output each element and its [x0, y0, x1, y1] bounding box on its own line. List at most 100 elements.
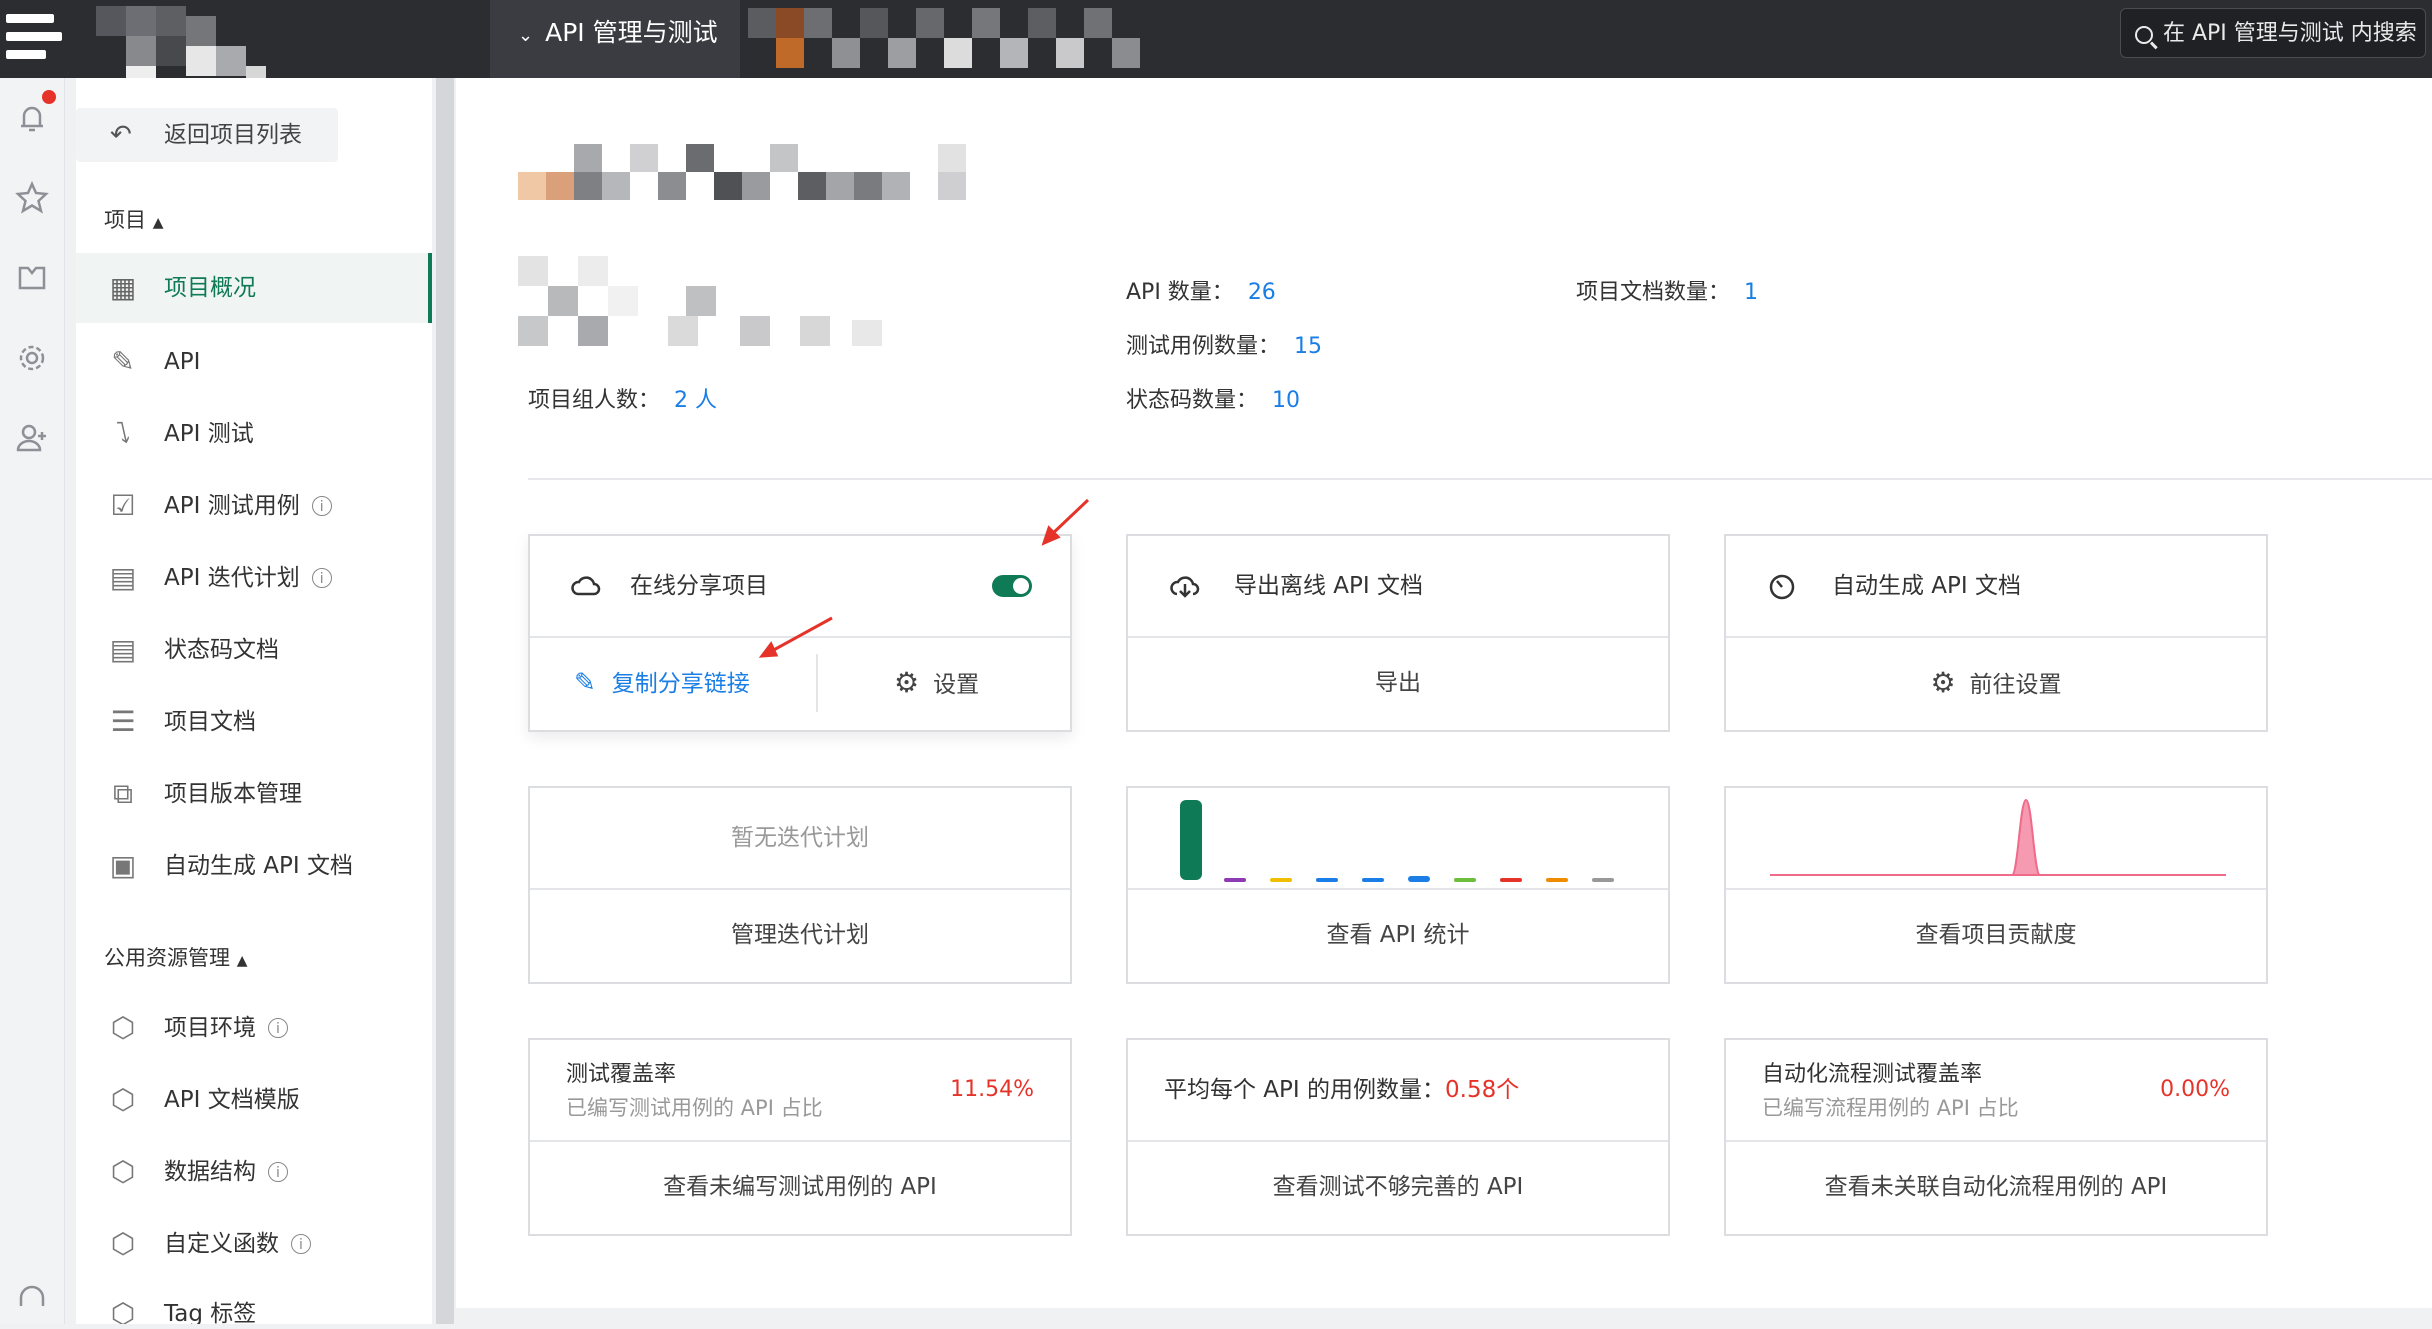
view-unlinked-flow-api-label: 查看未关联自动化流程用例的 API	[1824, 1174, 2168, 1200]
info-icon[interactable]: i	[268, 1162, 288, 1182]
info-icon[interactable]: i	[291, 1234, 311, 1254]
sidebar-scrollbar[interactable]	[436, 78, 454, 1324]
shirt-icon[interactable]	[12, 258, 52, 298]
overview-icon: ▦	[109, 271, 137, 304]
test-coverage-card: 测试覆盖率 已编写测试用例的 API 占比 11.54% 查看未编写测试用例的 …	[528, 1038, 1072, 1236]
sidebar-item-data-structures[interactable]: ⬡ 数据结构 i	[76, 1137, 432, 1207]
sidebar-item-test-cases[interactable]: ☑ API 测试用例 i	[76, 471, 432, 541]
top-bar	[0, 0, 2432, 78]
copy-share-link-button[interactable]: ✎ 复制分享链接	[574, 636, 750, 731]
autogen-docs-card: 自动生成 API 文档 ⚙ 前往设置	[1724, 534, 2268, 732]
manage-iteration-button[interactable]: 管理迭代计划	[530, 888, 1070, 982]
flow-coverage-card: 自动化流程测试覆盖率 已编写流程用例的 API 占比 0.00% 查看未关联自动…	[1724, 1038, 2268, 1236]
stat-project-docs: 项目文档数量： 1	[1576, 274, 1758, 306]
share-toggle-switch[interactable]	[992, 575, 1032, 597]
sidebar-item-versions[interactable]: ⧉ 项目版本管理	[76, 759, 432, 829]
add-user-icon[interactable]	[12, 418, 52, 458]
sidebar-item-overview[interactable]: ▦ 项目概况	[76, 253, 432, 323]
copy-link-label: 复制分享链接	[611, 671, 750, 697]
autogen-settings-button[interactable]: ⚙ 前往设置	[1726, 636, 2266, 730]
back-to-projects-button[interactable]: ↶ 返回项目列表	[76, 108, 338, 162]
sidebar-item-project-docs[interactable]: ☰ 项目文档	[76, 687, 432, 757]
mini-bar	[1270, 878, 1292, 882]
stat-api-count-value[interactable]: 26	[1248, 280, 1276, 305]
avg-cases-title: 平均每个 API 的用例数量：	[1164, 1077, 1446, 1103]
info-icon[interactable]: i	[311, 496, 332, 516]
flow-coverage-subtitle: 已编写流程用例的 API 占比	[1762, 1096, 2019, 1120]
sidebar-item-label: API 迭代计划 i	[164, 543, 332, 613]
search-placeholder: 在 API 管理与测试 内搜索	[2163, 21, 2417, 46]
info-icon[interactable]: i	[268, 1018, 288, 1038]
lightning-icon: ⭝	[115, 417, 131, 450]
view-untested-api-button[interactable]: 查看未编写测试用例的 API	[530, 1140, 1070, 1234]
sidebar-item-custom-functions[interactable]: ⬡ 自定义函数 i	[76, 1209, 432, 1279]
stat-project-docs-label: 项目文档数量：	[1576, 280, 1731, 305]
avg-cases-value: 0.58个	[1445, 1077, 1520, 1103]
sidebar-item-label: 项目版本管理	[164, 781, 302, 807]
sidebar-item-doc-templates[interactable]: ⬡ API 文档模版	[76, 1065, 432, 1135]
app-logo[interactable]	[0, 0, 64, 78]
sidebar-item-tags[interactable]: ⬡ Tag 标签	[76, 1279, 432, 1324]
share-card-header: 在线分享项目	[530, 536, 1070, 638]
sidebar-item-label: 自定义函数 i	[164, 1209, 311, 1279]
stat-test-cases-value[interactable]: 15	[1294, 334, 1322, 359]
view-api-stats-label: 查看 API 统计	[1326, 922, 1470, 948]
export-button[interactable]: 导出	[1128, 636, 1668, 730]
coverage-subtitle: 已编写测试用例的 API 占比	[566, 1096, 823, 1120]
mini-bar	[1362, 878, 1384, 882]
notification-dot	[42, 90, 56, 104]
stat-members-label: 项目组人数：	[528, 388, 661, 413]
sidebar-group-project[interactable]: 项目 ▲	[104, 204, 163, 234]
info-icon[interactable]: i	[311, 568, 332, 588]
view-unlinked-flow-api-button[interactable]: 查看未关联自动化流程用例的 API	[1726, 1140, 2266, 1234]
mini-bar	[1316, 878, 1338, 882]
api-stats-card: 查看 API 统计	[1126, 786, 1670, 984]
mini-bar	[1546, 878, 1568, 882]
stat-members-value[interactable]: 2 人	[674, 388, 717, 413]
cube-icon: ⬡	[110, 1227, 136, 1260]
back-button-label: 返回项目列表	[164, 122, 302, 148]
sidebar-item-environment[interactable]: ⬡ 项目环境 i	[76, 993, 432, 1063]
view-incomplete-api-button[interactable]: 查看测试不够完善的 API	[1128, 1140, 1668, 1234]
iteration-card-header: 暂无迭代计划	[530, 788, 1070, 890]
sidebar-item-api[interactable]: ✎ API	[76, 327, 432, 397]
cube-icon: ⬡	[110, 1155, 136, 1188]
mini-bar	[1224, 878, 1246, 882]
sidebar-item-label: API 测试	[164, 421, 254, 447]
sidebar-item-label: API 测试用例 i	[164, 471, 332, 541]
stat-project-docs-value[interactable]: 1	[1744, 280, 1758, 305]
share-settings-label: 设置	[933, 672, 980, 698]
sidebar-item-autogen-docs[interactable]: ▣ 自动生成 API 文档	[76, 831, 432, 901]
view-incomplete-api-label: 查看测试不够完善的 API	[1272, 1174, 1524, 1200]
view-api-stats-button[interactable]: 查看 API 统计	[1128, 888, 1668, 982]
doc-icon: ▤	[109, 633, 137, 666]
view-contribution-button[interactable]: 查看项目贡献度	[1726, 888, 2266, 982]
star-icon[interactable]	[12, 178, 52, 218]
api-stats-mini-chart	[1128, 788, 1668, 890]
project-path-redacted	[748, 4, 1168, 72]
sidebar-item-label: API 文档模版	[164, 1087, 300, 1113]
bell-icon[interactable]	[12, 98, 52, 138]
share-card-actions: ✎ 复制分享链接 ⚙ 设置	[530, 636, 1070, 730]
sidebar-item-status-codes[interactable]: ▤ 状态码文档	[76, 615, 432, 685]
mini-bar	[1454, 878, 1476, 882]
share-settings-button[interactable]: ⚙ 设置	[894, 636, 979, 732]
section-divider	[528, 478, 2432, 480]
sidebar-group-public[interactable]: 公用资源管理 ▲	[104, 942, 247, 972]
export-card-title: 导出离线 API 文档	[1234, 573, 1424, 599]
sidebar-item-api-test[interactable]: ⭝ API 测试	[76, 399, 432, 469]
module-switcher[interactable]: ⌄ API 管理与测试	[490, 0, 740, 78]
view-untested-api-label: 查看未编写测试用例的 API	[663, 1174, 937, 1200]
stat-status-codes-value[interactable]: 10	[1272, 388, 1300, 413]
global-search-input[interactable]: 在 API 管理与测试 内搜索	[2120, 8, 2426, 58]
mini-bar	[1592, 878, 1614, 882]
gear-icon[interactable]	[12, 338, 52, 378]
headset-icon[interactable]	[12, 1278, 52, 1318]
sidebar-item-iteration-plan[interactable]: ▤ API 迭代计划 i	[76, 543, 432, 613]
flow-coverage-title: 自动化流程测试覆盖率	[1762, 1062, 1983, 1087]
group-public-label: 公用资源管理	[104, 946, 230, 970]
sidebar-item-label: 项目环境 i	[164, 993, 288, 1063]
manage-iteration-label: 管理迭代计划	[731, 922, 869, 948]
contribution-mini-chart	[1726, 788, 2266, 890]
search-icon	[2135, 26, 2153, 44]
